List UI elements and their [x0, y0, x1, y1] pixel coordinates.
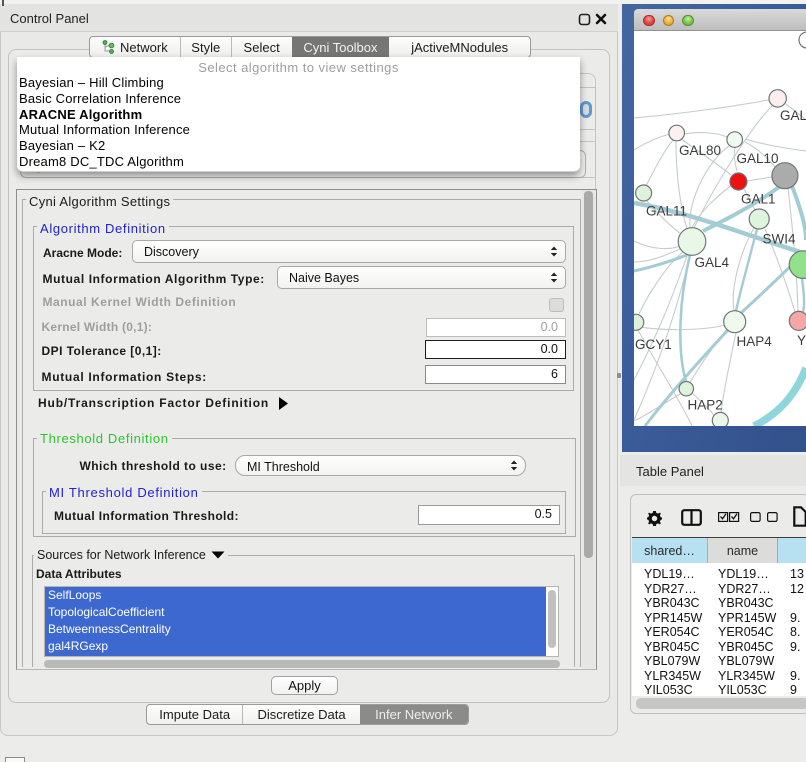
svg-text:GAL80: GAL80 — [679, 143, 721, 158]
svg-text:SWI4: SWI4 — [763, 232, 796, 247]
svg-text:GAL8: GAL8 — [780, 108, 806, 123]
svg-text:GCY1: GCY1 — [635, 337, 672, 352]
svg-text:GAL10: GAL10 — [737, 151, 779, 166]
svg-text:HAP2: HAP2 — [688, 398, 723, 413]
svg-text:GAL1: GAL1 — [741, 192, 776, 207]
svg-text:HAP4: HAP4 — [737, 334, 773, 349]
svg-text:Y: Y — [797, 333, 806, 348]
svg-text:GAL4: GAL4 — [695, 255, 730, 270]
svg-text:GAL11: GAL11 — [646, 204, 687, 219]
